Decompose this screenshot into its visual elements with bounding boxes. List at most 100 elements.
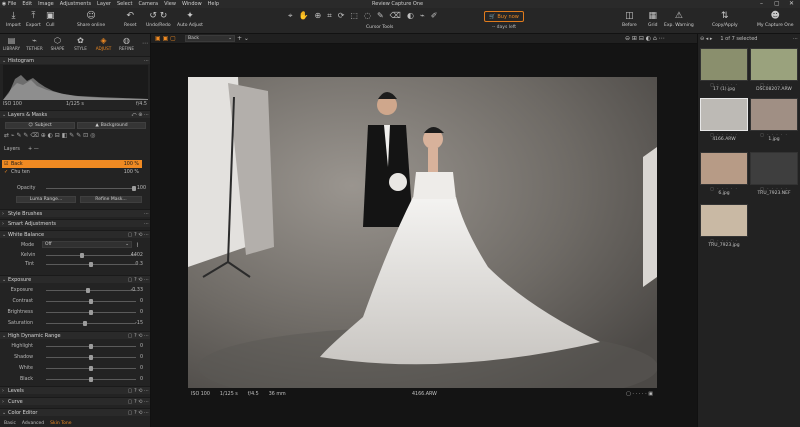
slider-track[interactable]: [46, 321, 136, 326]
close-icon[interactable]: ✕: [789, 0, 794, 7]
slider-knob[interactable]: [89, 299, 93, 304]
tint-knob[interactable]: [89, 262, 93, 267]
opacity-knob[interactable]: [132, 186, 136, 191]
menu-adjustments[interactable]: Adjustments: [60, 1, 91, 7]
kelvin-knob[interactable]: [80, 253, 84, 258]
section-menu-icon[interactable]: ⋯: [144, 211, 149, 217]
auto-adjust-button[interactable]: ✦ Auto Adjust: [177, 11, 203, 28]
filter-icons[interactable]: ⊖ ⊞ ⊟ ◐ ⌂ ⋯: [625, 35, 665, 42]
style-brushes-header[interactable]: › Style Brushes ⋯: [0, 209, 150, 217]
brush-icon[interactable]: ✎: [377, 11, 384, 21]
photo-preview[interactable]: [188, 77, 657, 388]
tab-refine[interactable]: ◍ REFINE: [115, 34, 138, 56]
annotate-icon[interactable]: ✐: [431, 11, 438, 21]
tab-shape[interactable]: ⬡ SHAPE: [46, 34, 69, 56]
reset-button[interactable]: ↶ Reset: [124, 11, 137, 28]
gradient-icon[interactable]: ◐: [407, 11, 414, 21]
section-tools-icon[interactable]: ▢ ? ⟲ ⋯: [128, 232, 149, 238]
tab-library[interactable]: ▤ LIBRARY: [0, 34, 23, 56]
hdr-header[interactable]: ⌄ High Dynamic Range ▢ ? ⟲ ⋯: [0, 331, 150, 339]
thumbnail[interactable]: ▢ · · · · · TRU_7923.jpg: [700, 204, 748, 248]
share-online-button[interactable]: ☺ Share online: [77, 11, 105, 28]
curve-header[interactable]: › Curve ▢ ? ⟲ ⋯: [0, 397, 150, 405]
slider-track[interactable]: [46, 355, 136, 360]
thumbnail[interactable]: ▢ · · · · · TRU_7923.NEF: [750, 152, 798, 196]
menu-window[interactable]: Window: [182, 1, 202, 7]
slider-knob[interactable]: [89, 310, 93, 315]
slider-track[interactable]: [46, 288, 136, 293]
levels-header[interactable]: › Levels ▢ ? ⟲ ⋯: [0, 386, 150, 394]
tab-style[interactable]: ✿ STYLE: [69, 34, 92, 56]
menu-help[interactable]: Help: [208, 1, 219, 7]
smart-adjustments-header[interactable]: › Smart Adjustments ⋯: [0, 219, 150, 227]
thumbnail[interactable]: ▢ · · · · · 6.jpg: [700, 152, 748, 196]
exposure-header[interactable]: ⌄ Exposure ▢ ? ⟲ ⋯: [0, 275, 150, 283]
layer-row-back[interactable]: ☑ Back 100 %: [2, 160, 142, 168]
import-button[interactable]: ⤓ Import: [6, 11, 21, 28]
eyedropper-icon[interactable]: ⌇: [136, 242, 139, 249]
checkbox-icon[interactable]: ☑: [4, 161, 8, 167]
cull-button[interactable]: ▣ Cull: [46, 11, 55, 28]
thumbnail-image[interactable]: [700, 204, 748, 237]
slider-knob[interactable]: [83, 321, 87, 326]
slider-track[interactable]: [46, 366, 136, 371]
section-tools-icon[interactable]: ▢ ? ⟲ ⋯: [128, 277, 149, 283]
thumbnail-image[interactable]: [700, 152, 748, 185]
pointer-icon[interactable]: ⌖: [288, 11, 293, 21]
layers-masks-header[interactable]: ⌄ Layers & Masks ⤺ ⊕ ⋯: [0, 110, 150, 118]
browser-nav-icons[interactable]: ⊖ ◂ ▸: [700, 36, 712, 42]
color-editor-header[interactable]: ⌄ Color Editor ▢ ? ⟲ ⋯: [0, 408, 150, 416]
keystone-icon[interactable]: ⬚: [350, 11, 358, 21]
section-menu-icon[interactable]: ⋯: [144, 221, 149, 227]
layout-icons[interactable]: ▣ ▣ ▢: [155, 35, 176, 42]
refine-mask-button[interactable]: Refine Mask...: [80, 196, 142, 203]
slider-knob[interactable]: [89, 355, 93, 360]
grid-button[interactable]: ▦ Grid: [648, 11, 657, 28]
menu-edit[interactable]: Edit: [22, 1, 32, 7]
tab-advanced[interactable]: Advanced: [22, 421, 44, 426]
maximize-icon[interactable]: ▢: [774, 0, 780, 7]
thumbnail-image[interactable]: [750, 98, 798, 131]
minimize-icon[interactable]: –: [760, 0, 763, 7]
background-button[interactable]: ▲ Background: [77, 122, 146, 129]
tab-skin-tone[interactable]: Skin Tone: [50, 421, 71, 426]
picker-icon[interactable]: ⌁: [420, 11, 425, 21]
menu-camera[interactable]: Camera: [138, 1, 158, 7]
kelvin-slider[interactable]: [46, 253, 136, 258]
section-menu-icon[interactable]: ⋯: [144, 58, 149, 64]
before-button[interactable]: ◫ Before: [622, 11, 637, 28]
add-icon[interactable]: + ⌄: [237, 35, 249, 42]
app-logo-icon[interactable]: ◉: [0, 0, 8, 8]
spot-icon[interactable]: ◌: [364, 11, 371, 21]
histogram-header[interactable]: ⌄ Histogram ⋯: [0, 56, 150, 64]
slider-track[interactable]: [46, 310, 136, 315]
white-balance-header[interactable]: ⌄ White Balance ▢ ? ⟲ ⋯: [0, 230, 150, 238]
thumbnail[interactable]: ▢ · · · · · 17 (1).jpg: [700, 48, 748, 92]
menu-view[interactable]: View: [164, 1, 176, 7]
subject-button[interactable]: ☺ Subject: [5, 122, 75, 129]
tint-slider[interactable]: [46, 262, 136, 267]
check-icon[interactable]: ✓: [4, 169, 8, 175]
copy-apply-button[interactable]: ⇅ Copy/Apply: [712, 11, 738, 28]
section-tools-icon[interactable]: ▢ ? ⟲ ⋯: [128, 388, 149, 394]
exp-warning-button[interactable]: ⚠ Exp. Warning: [664, 11, 694, 28]
opacity-slider[interactable]: [46, 186, 136, 191]
luma-range-button[interactable]: Luma Range...: [16, 196, 76, 203]
tab-basic[interactable]: Basic: [4, 421, 16, 426]
thumbnail-image[interactable]: [750, 48, 798, 81]
slider-track[interactable]: [46, 299, 136, 304]
buy-now-button[interactable]: 🛒 Buy now: [484, 11, 524, 22]
add-layer-icon[interactable]: + —: [28, 146, 39, 152]
my-capture-one-button[interactable]: ☻ My Capture One: [757, 11, 793, 28]
pan-icon[interactable]: ✋: [299, 11, 309, 21]
image-viewer[interactable]: ISO 100 1/125 s f/4.5 36 mm 4166.ARW ▢ ·…: [151, 44, 697, 427]
more-tabs-icon[interactable]: ⋯: [142, 40, 148, 56]
slider-knob[interactable]: [89, 344, 93, 349]
section-tools-icon[interactable]: ⤺ ⊕ ⋯: [131, 112, 149, 118]
crop-icon[interactable]: ⌗: [327, 11, 332, 21]
menu-image[interactable]: Image: [38, 1, 54, 7]
undo-redo-button[interactable]: ↺ ↻ Undo/Redo: [146, 11, 171, 28]
slider-knob[interactable]: [86, 288, 90, 293]
preset-select[interactable]: Back ⌄: [185, 35, 235, 42]
thumbnail-image[interactable]: [750, 152, 798, 185]
